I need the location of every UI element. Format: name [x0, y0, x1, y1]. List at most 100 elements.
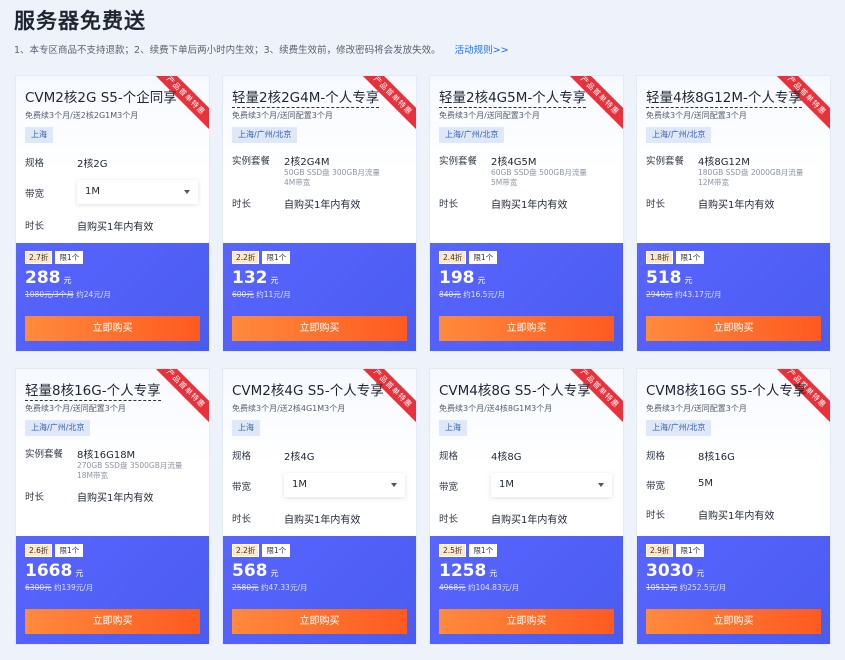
duration-label: 时长	[25, 221, 45, 232]
product-card: 产品首单特惠 CVM2核2G S5-个企同享 免费续3个月/送2核2G1M3个月…	[15, 75, 210, 352]
price-line: 3030 元	[646, 561, 821, 581]
buy-now-button[interactable]: 立即购买	[232, 316, 407, 341]
spec-value: 2核4G5M	[491, 157, 537, 168]
price-unit: 元	[684, 276, 693, 285]
spec-extra-2: 18M带宽	[77, 471, 109, 480]
chevron-down-icon	[598, 483, 604, 487]
per-month-price: 约139元/月	[53, 583, 94, 592]
buy-now-button[interactable]: 立即购买	[439, 609, 614, 634]
region-tag: 上海	[25, 127, 53, 143]
duration-value: 自购买1年内有效	[77, 222, 154, 233]
duration-value: 自购买1年内有效	[284, 200, 361, 211]
duration-value: 自购买1年内有效	[698, 200, 775, 211]
spec-row: 规格 2核4G	[232, 448, 407, 463]
buy-now-button[interactable]: 立即购买	[646, 316, 821, 341]
duration-row: 时长 自购买1年内有效	[25, 218, 200, 233]
per-month-price: 约252.5元/月	[679, 583, 727, 592]
per-month-price: 约43.17元/月	[674, 290, 722, 299]
duration-row: 时长 自购买1年内有效	[439, 196, 614, 211]
region-tag: 上海/广州/北京	[646, 127, 712, 143]
limit-badge: 限1个	[262, 251, 291, 264]
spec-extra-1: 50GB SSD盘 300GB月流量	[284, 168, 380, 177]
spec-row: 实例套餐 8核16G18M 270GB SSD盘 3500GB月流量 18M带宽	[25, 446, 200, 481]
buy-now-button[interactable]: 立即购买	[232, 609, 407, 634]
duration-row: 时长 自购买1年内有效	[646, 196, 821, 211]
price-line: 132 元	[232, 268, 407, 288]
duration-row: 时长 自购买1年内有效	[232, 511, 407, 526]
spec-value: 8核16G	[698, 452, 735, 463]
chevron-down-icon	[184, 190, 190, 194]
spec-extra-2: 12M带宽	[698, 178, 730, 187]
product-card: 产品首单特惠 轻量8核16G-个人专享 免费续3个月/送同配置3个月 上海/广州…	[15, 368, 210, 645]
duration-value: 自购买1年内有效	[77, 493, 154, 504]
card-subtitle: 免费续3个月/送同配置3个月	[25, 404, 126, 413]
spec-label: 规格	[25, 158, 45, 169]
duration-value: 自购买1年内有效	[491, 200, 568, 211]
original-price: 600元	[232, 290, 254, 299]
price-value: 3030	[646, 561, 694, 581]
spec-value: 8核16G18M	[77, 450, 136, 461]
price-panel: 2.7折 限1个 288 元 1080元/3个月 约24元/月 立即购买	[16, 243, 209, 351]
badge-group: 2.2折 限1个	[232, 544, 407, 557]
spec-value: 2核2G4M	[284, 157, 330, 168]
per-month-price: 约16.5元/月	[463, 290, 505, 299]
region-tag: 上海	[232, 420, 260, 436]
spec-row: 实例套餐 2核4G5M 60GB SSD盘 500GB月流量 5M带宽	[439, 153, 614, 188]
bandwidth-select[interactable]: 1M	[284, 473, 405, 497]
badge-group: 1.8折 限1个	[646, 251, 821, 264]
page-title: 服务器免费送	[14, 9, 146, 33]
original-price-line: 1080元/3个月 约24元/月	[25, 289, 200, 300]
per-month-price: 约104.83元/月	[467, 583, 520, 592]
buy-now-button[interactable]: 立即购买	[439, 316, 614, 341]
spec-extra-1: 270GB SSD盘 3500GB月流量	[77, 461, 183, 470]
spec-label: 实例套餐	[25, 449, 64, 460]
card-subtitle: 免费续3个月/送2核4G1M3个月	[232, 404, 346, 413]
spec-row: 实例套餐 4核8G12M 180GB SSD盘 2000GB月流量 12M带宽	[646, 153, 821, 188]
region-tag: 上海/广州/北京	[646, 420, 712, 436]
region-tag: 上海/广州/北京	[232, 127, 298, 143]
price-line: 1258 元	[439, 561, 614, 581]
bandwidth-select[interactable]: 1M	[77, 180, 198, 204]
discount-badge: 2.6折	[25, 544, 53, 557]
buy-now-button[interactable]: 立即购买	[25, 609, 200, 634]
buy-now-button[interactable]: 立即购买	[646, 609, 821, 634]
product-card: 产品首单特惠 轻量2核2G4M-个人专享 免费续3个月/送同配置3个月 上海/广…	[222, 75, 417, 352]
spec-row: 规格 8核16G	[646, 448, 821, 463]
card-title: 轻量2核2G4M-个人专享	[232, 90, 380, 108]
card-subtitle: 免费续3个月/送同配置3个月	[232, 111, 333, 120]
price-line: 518 元	[646, 268, 821, 288]
rules-link[interactable]: 活动规则>>	[455, 45, 509, 56]
spec-value: 2核4G	[284, 452, 315, 463]
discount-badge: 2.9折	[646, 544, 674, 557]
rules-line: 1、本专区商品不支持退款；2、续费下单后两小时内生效；3、续费生效前，修改密码将…	[14, 42, 509, 56]
product-grid: 产品首单特惠 CVM2核2G S5-个企同享 免费续3个月/送2核2G1M3个月…	[15, 75, 831, 645]
price-panel: 2.5折 限1个 1258 元 4968元 约104.83元/月 立即购买	[430, 536, 623, 644]
bandwidth-label: 带宽	[232, 482, 252, 493]
duration-label: 时长	[232, 199, 252, 210]
discount-badge: 2.5折	[439, 544, 467, 557]
price-value: 198	[439, 268, 475, 288]
original-price-line: 6300元 约139元/月	[25, 582, 200, 593]
product-card: 产品首单特惠 CVM2核4G S5-个人专享 免费续3个月/送2核4G1M3个月…	[222, 368, 417, 645]
duration-label: 时长	[439, 199, 459, 210]
bandwidth-row: 带宽 1M	[25, 180, 200, 204]
duration-row: 时长 自购买1年内有效	[25, 489, 200, 504]
buy-now-button[interactable]: 立即购买	[25, 316, 200, 341]
card-title: CVM2核2G S5-个企同享	[25, 90, 177, 106]
discount-badge: 2.2折	[232, 544, 260, 557]
card-title: 轻量2核4G5M-个人专享	[439, 90, 587, 108]
limit-badge: 限1个	[262, 544, 291, 557]
duration-value: 自购买1年内有效	[284, 515, 361, 526]
bandwidth-label: 带宽	[439, 482, 459, 493]
spec-row: 规格 4核8G	[439, 448, 614, 463]
original-price-line: 4968元 约104.83元/月	[439, 582, 614, 593]
spec-extra-2: 5M带宽	[491, 178, 518, 187]
spec-label: 规格	[232, 451, 252, 462]
card-info: 轻量4核8G12M-个人专享 免费续3个月/送同配置3个月 上海/广州/北京 实…	[637, 76, 830, 244]
bandwidth-select[interactable]: 1M	[491, 473, 612, 497]
price-panel: 2.4折 限1个 198 元 840元 约16.5元/月 立即购买	[430, 243, 623, 351]
original-price-line: 600元 约11元/月	[232, 289, 407, 300]
badge-group: 2.9折 限1个	[646, 544, 821, 557]
price-panel: 1.8折 限1个 518 元 2940元 约43.17元/月 立即购买	[637, 243, 830, 351]
spec-label: 规格	[646, 451, 666, 462]
